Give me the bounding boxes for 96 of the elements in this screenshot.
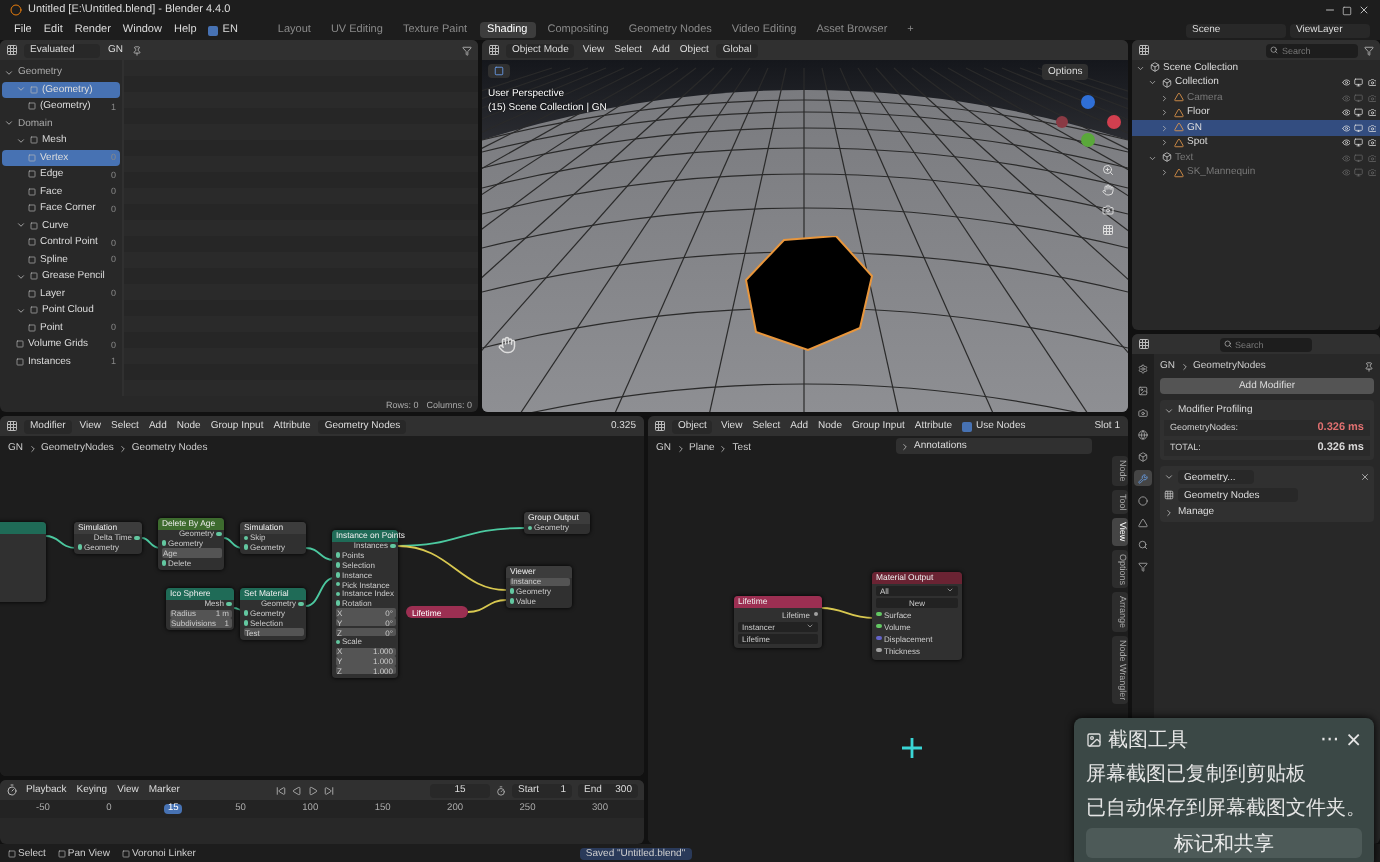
domain-icon xyxy=(30,85,38,93)
skip-forward-icon[interactable] xyxy=(324,785,335,795)
chevron-down-icon xyxy=(16,271,26,281)
properties-tab[interactable] xyxy=(1134,404,1152,420)
editor-type-icon[interactable] xyxy=(1138,338,1150,350)
filter-icon[interactable] xyxy=(1364,45,1374,55)
domain-icon xyxy=(28,204,36,212)
axis-gizmo-icon[interactable] xyxy=(1054,92,1122,152)
chevron-right-icon xyxy=(1179,361,1189,371)
domain-icon xyxy=(28,187,36,195)
properties-tab[interactable] xyxy=(1134,558,1152,574)
domain-icon xyxy=(28,170,36,178)
minimize-icon[interactable] xyxy=(1324,4,1336,16)
play-icon[interactable] xyxy=(308,785,319,795)
editor-type-icon[interactable] xyxy=(1138,44,1150,56)
domain-icon xyxy=(30,306,38,314)
markup-share-button[interactable]: 标记和共享 xyxy=(1086,828,1362,858)
filter-icon[interactable] xyxy=(462,45,472,55)
domain-icon xyxy=(30,221,38,229)
editor-type-icon[interactable] xyxy=(654,420,666,432)
notification-text: 屏幕截图已复制到剪贴板 xyxy=(1086,761,1308,788)
circle-icon xyxy=(1138,495,1148,505)
selected-mesh-object[interactable] xyxy=(744,236,876,352)
collection-icon xyxy=(1161,77,1171,88)
domain-icon xyxy=(30,136,38,144)
properties-tab[interactable] xyxy=(1134,382,1152,398)
more-button[interactable]: ··· xyxy=(1320,729,1340,751)
chevron-right-icon xyxy=(1160,168,1169,177)
node-link xyxy=(467,599,507,613)
tool-settings-button[interactable] xyxy=(488,64,510,78)
domain-icon xyxy=(28,323,36,331)
maximize-icon[interactable] xyxy=(1342,5,1352,15)
chevron-right-icon xyxy=(718,443,729,453)
triangle-icon xyxy=(1138,517,1148,527)
app-logo-icon xyxy=(10,4,22,16)
close-button[interactable]: × xyxy=(1345,729,1362,751)
chevron-down-icon xyxy=(1148,153,1157,162)
properties-tab[interactable] xyxy=(1134,536,1152,552)
zoom-icon[interactable] xyxy=(1102,164,1114,176)
settings-icon xyxy=(1138,363,1148,373)
chevron-right-icon xyxy=(27,443,37,453)
chevron-down-icon xyxy=(1164,472,1174,482)
filter-icon xyxy=(1138,561,1148,571)
chevron-right-icon xyxy=(117,443,128,453)
hand-icon[interactable] xyxy=(1102,184,1114,196)
close-icon[interactable] xyxy=(1358,4,1370,16)
notification-text: 已自动保存到屏幕截图文件夹。 xyxy=(1086,795,1362,822)
collection-icon xyxy=(1149,62,1159,73)
notification-app-name: 截图工具 xyxy=(1108,727,1188,754)
domain-icon xyxy=(28,238,36,246)
search-icon xyxy=(1270,46,1278,54)
properties-tab[interactable] xyxy=(1134,514,1152,530)
search-icon xyxy=(1138,539,1148,549)
properties-tab[interactable] xyxy=(1134,426,1152,442)
collection-icon xyxy=(1161,152,1171,163)
properties-tab[interactable] xyxy=(1134,448,1152,464)
properties-tab[interactable] xyxy=(1134,470,1152,486)
editor-type-icon[interactable] xyxy=(6,784,18,796)
image-icon xyxy=(1138,385,1148,395)
editor-type-icon[interactable] xyxy=(6,44,18,56)
domain-icon xyxy=(28,153,36,161)
pin-icon[interactable] xyxy=(1364,361,1374,371)
select-box-icon xyxy=(494,66,504,76)
properties-tab[interactable] xyxy=(1134,360,1152,376)
chevron-down-icon xyxy=(16,305,26,315)
node-link xyxy=(305,547,335,561)
domain-icon xyxy=(28,102,36,110)
stopwatch-icon[interactable] xyxy=(496,785,506,795)
crosshair-icon xyxy=(902,738,922,758)
pin-icon[interactable] xyxy=(131,45,141,55)
search-icon xyxy=(1223,340,1231,348)
domain-icon xyxy=(16,357,24,365)
chevron-right-icon xyxy=(900,441,910,451)
hand-icon[interactable] xyxy=(498,336,516,354)
chevron-down-icon xyxy=(16,220,26,230)
cube-icon xyxy=(1138,451,1148,461)
wrench-icon xyxy=(1138,473,1148,483)
app-icon xyxy=(1086,732,1102,748)
camera-icon xyxy=(1138,407,1148,417)
chevron-down-icon xyxy=(1164,405,1174,415)
grid-icon[interactable] xyxy=(1102,224,1114,236)
domain-icon xyxy=(30,272,38,280)
domain-icon xyxy=(28,289,36,297)
properties-tab[interactable] xyxy=(1134,492,1152,508)
node-link xyxy=(45,535,77,549)
node-link xyxy=(305,577,335,607)
object-icon xyxy=(1173,167,1183,178)
skip-back-icon[interactable] xyxy=(276,785,287,795)
chevron-right-icon xyxy=(675,443,685,453)
editor-type-icon[interactable] xyxy=(6,420,18,432)
domain-icon xyxy=(16,340,24,348)
globe-icon xyxy=(1138,429,1148,439)
chevron-right-icon xyxy=(1164,507,1174,517)
editor-type-icon[interactable] xyxy=(488,44,500,56)
play-reverse-icon[interactable] xyxy=(292,785,303,795)
domain-icon xyxy=(28,255,36,263)
